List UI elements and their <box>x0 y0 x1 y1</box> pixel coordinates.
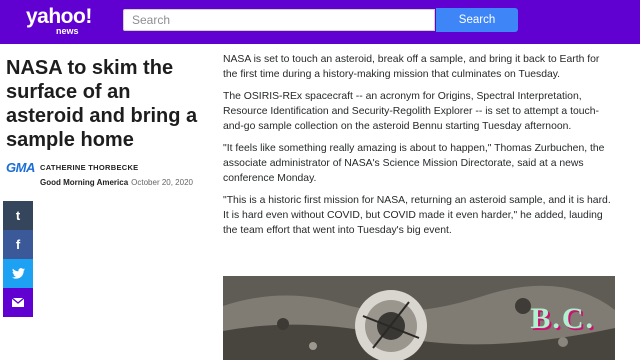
share-twitter-button[interactable] <box>3 259 33 288</box>
tumblr-icon: t <box>15 208 21 223</box>
facebook-icon: f <box>15 237 21 252</box>
share-facebook-button[interactable]: f <box>3 230 33 259</box>
publication-line: Good Morning America October 20, 2020 <box>40 178 193 187</box>
image-watermark: B.C. <box>530 302 595 335</box>
logo-brand: yahoo! <box>26 5 92 28</box>
logo-sub: news <box>56 26 79 36</box>
publication-name: Good Morning America <box>40 178 129 187</box>
twitter-bird-icon <box>11 268 25 279</box>
article-paragraph: "It feels like something really amazing … <box>223 143 605 184</box>
article-headline: NASA to skim the surface of an asteroid … <box>6 57 198 151</box>
article-paragraph: The OSIRIS-REx spacecraft -- an acronym … <box>223 91 599 132</box>
author-name: CATHERINE THORBECKE <box>40 163 139 172</box>
yahoo-news-logo[interactable]: yahoo! news <box>26 5 92 36</box>
share-mail-button[interactable] <box>3 288 33 317</box>
article-image[interactable]: B.C. <box>223 276 615 360</box>
share-tumblr-button[interactable]: t <box>3 201 33 230</box>
article-paragraph: NASA is set to touch an asteroid, break … <box>223 54 600 80</box>
publish-date: October 20, 2020 <box>131 178 193 187</box>
mail-icon <box>12 298 24 307</box>
article-body: NASA is set to touch an asteroid, break … <box>223 52 615 245</box>
article-paragraph: "This is a historic first mission for NA… <box>223 195 611 236</box>
top-header: yahoo! news Search <box>0 0 640 44</box>
search-input[interactable] <box>123 9 435 31</box>
search-button[interactable]: Search <box>436 8 518 32</box>
gma-logo[interactable]: GMA <box>6 160 35 175</box>
